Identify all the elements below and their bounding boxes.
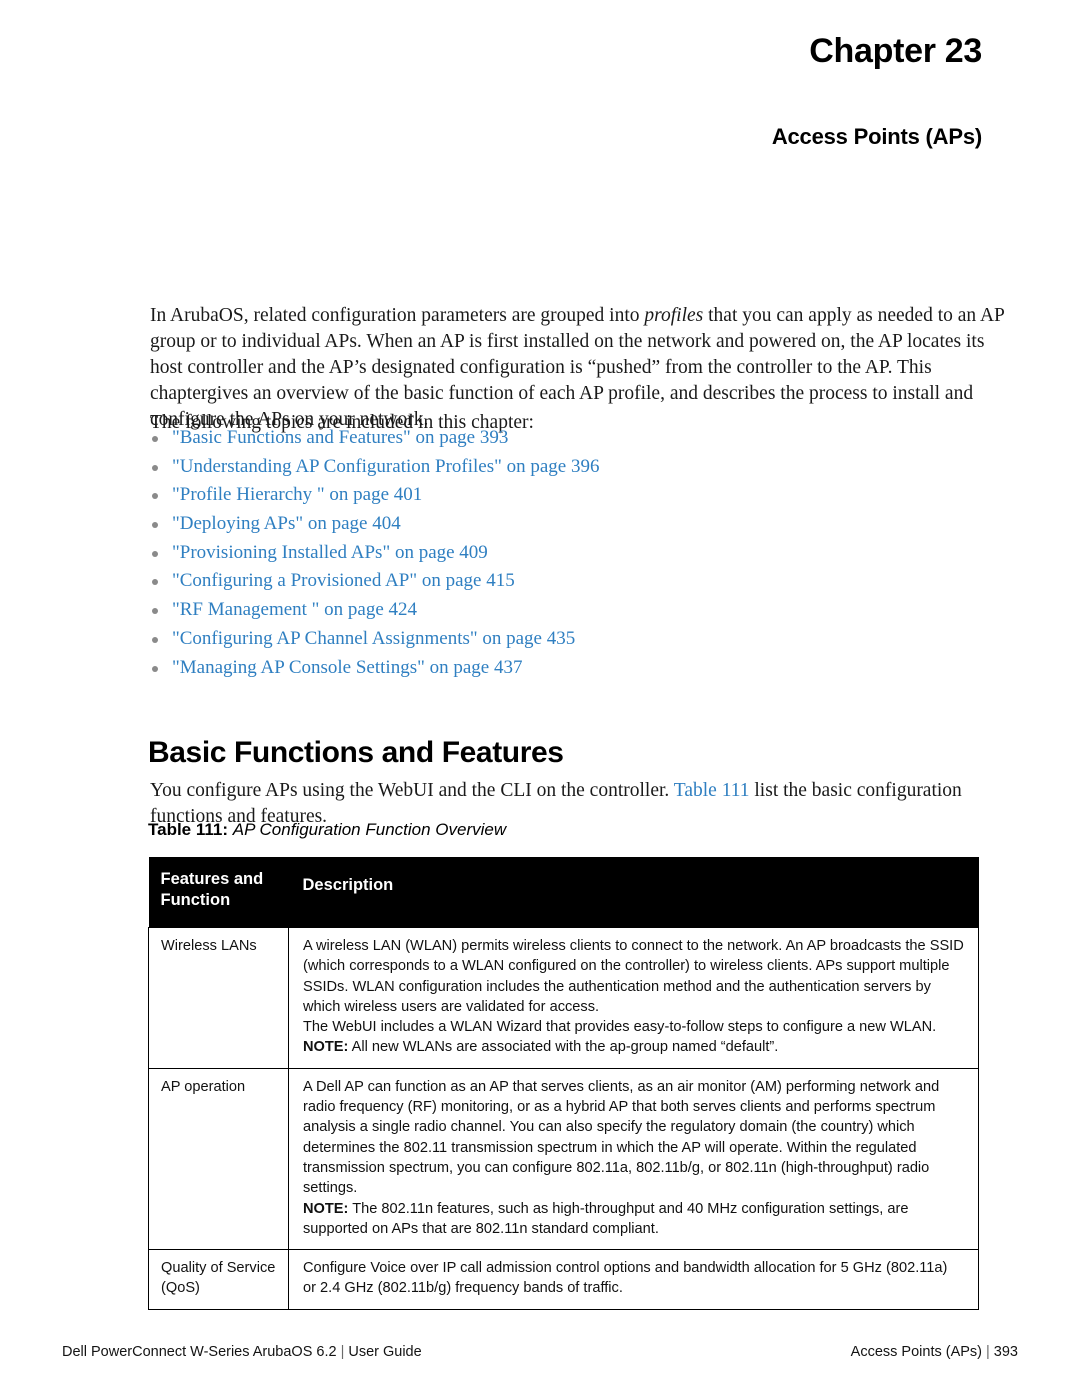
topic-link[interactable]: "Provisioning Installed APs" on page 409 bbox=[172, 542, 488, 563]
intro-text-part1: In ArubaOS, related configuration parame… bbox=[150, 304, 645, 326]
footer-doc-type: User Guide bbox=[348, 1344, 422, 1360]
topic-link[interactable]: "Profile Hierarchy " on page 401 bbox=[172, 484, 422, 505]
chapter-subtitle: Access Points (APs) bbox=[771, 124, 982, 149]
note-text: All new WLANs are associated with the ap… bbox=[348, 1039, 779, 1056]
topic-link[interactable]: "Managing AP Console Settings" on page 4… bbox=[172, 657, 522, 678]
bullet-icon bbox=[152, 665, 158, 672]
list-item: "Understanding AP Configuration Profiles… bbox=[150, 453, 930, 482]
table-header-row: Features and Function Description bbox=[148, 857, 979, 928]
footer-left: Dell PowerConnect W-Series ArubaOS 6.2 | U… bbox=[62, 1344, 422, 1360]
list-item: "Deploying APs" on page 404 bbox=[150, 510, 930, 539]
document-page: Chapter 23 Access Points (APs) In ArubaO… bbox=[0, 0, 1080, 1397]
description-paragraph: A wireless LAN (WLAN) permits wireless c… bbox=[303, 938, 964, 1015]
list-item: "RF Management " on page 424 bbox=[150, 596, 930, 625]
page-footer: Dell PowerConnect W-Series ArubaOS 6.2 | U… bbox=[62, 1344, 1018, 1360]
cell-description: A Dell AP can function as an AP that ser… bbox=[288, 1067, 979, 1251]
bullet-icon bbox=[152, 436, 158, 442]
intro-emphasis: profiles bbox=[644, 304, 704, 326]
table-row: AP operation A Dell AP can function as a… bbox=[148, 1067, 979, 1251]
topic-link[interactable]: "Basic Functions and Features" on page 3… bbox=[172, 427, 508, 448]
topic-link[interactable]: "Configuring a Provisioned AP" on page 4… bbox=[172, 570, 515, 591]
column-header-features: Features and Function bbox=[148, 857, 289, 928]
cell-description: A wireless LAN (WLAN) permits wireless c… bbox=[288, 927, 979, 1069]
cell-feature-name: Wireless LANs bbox=[148, 927, 289, 1069]
table-caption: Table 111: AP Configuration Function Ove… bbox=[148, 820, 506, 840]
note-text: The 802.11n features, such as high-throu… bbox=[303, 1200, 909, 1237]
footer-product: Dell PowerConnect W-Series ArubaOS 6.2 bbox=[62, 1344, 337, 1360]
ap-configuration-table: Features and Function Description Wirele… bbox=[148, 857, 979, 1310]
footer-separator: | bbox=[340, 1344, 345, 1360]
description-paragraph: The WebUI includes a WLAN Wizard that pr… bbox=[303, 1019, 937, 1036]
chapter-title: Chapter 23 bbox=[809, 32, 982, 70]
description-note: NOTE: The 802.11n features, such as high… bbox=[303, 1199, 964, 1240]
bullet-icon bbox=[152, 522, 158, 529]
table-row: Quality of Service (QoS) Configure Voice… bbox=[148, 1249, 979, 1310]
topic-link[interactable]: "Deploying APs" on page 404 bbox=[172, 513, 401, 534]
cell-description: Configure Voice over IP call admission c… bbox=[288, 1249, 979, 1310]
bullet-icon bbox=[152, 608, 158, 615]
topic-link[interactable]: "Understanding AP Configuration Profiles… bbox=[172, 456, 599, 477]
description-paragraph: Configure Voice over IP call admission c… bbox=[303, 1260, 948, 1297]
list-item: "Basic Functions and Features" on page 3… bbox=[150, 424, 930, 453]
list-item: "Profile Hierarchy " on page 401 bbox=[150, 481, 930, 510]
bullet-icon bbox=[152, 579, 158, 586]
note-label: NOTE: bbox=[303, 1039, 349, 1056]
list-item: "Configuring AP Channel Assignments" on … bbox=[150, 625, 930, 654]
section-text-part1: You configure APs using the WebUI and th… bbox=[150, 779, 674, 801]
bullet-icon bbox=[152, 636, 158, 643]
list-item: "Configuring a Provisioned AP" on page 4… bbox=[150, 567, 930, 596]
table-caption-text: AP Configuration Function Overview bbox=[232, 820, 507, 839]
cell-feature-name: Quality of Service (QoS) bbox=[148, 1249, 289, 1310]
bullet-icon bbox=[152, 464, 158, 471]
list-item: "Managing AP Console Settings" on page 4… bbox=[150, 654, 930, 683]
topic-list: "Basic Functions and Features" on page 3… bbox=[150, 424, 930, 682]
footer-separator: | bbox=[986, 1344, 990, 1360]
table-body: Wireless LANs A wireless LAN (WLAN) perm… bbox=[148, 927, 979, 1310]
topic-link[interactable]: "Configuring AP Channel Assignments" on … bbox=[172, 628, 575, 649]
description-note: NOTE: All new WLANs are associated with … bbox=[303, 1037, 964, 1057]
table-reference-link[interactable]: Table 111 bbox=[674, 780, 750, 801]
note-label: NOTE: bbox=[303, 1200, 349, 1217]
footer-section-name: Access Points (APs) bbox=[850, 1344, 983, 1360]
table-header: Features and Function Description bbox=[148, 857, 979, 928]
table-caption-label: Table 111: bbox=[148, 820, 229, 839]
bullet-icon bbox=[152, 550, 158, 557]
topic-link[interactable]: "RF Management " on page 424 bbox=[172, 599, 417, 620]
table-row: Wireless LANs A wireless LAN (WLAN) perm… bbox=[148, 927, 979, 1069]
list-item: "Provisioning Installed APs" on page 409 bbox=[150, 539, 930, 568]
bullet-icon bbox=[152, 493, 158, 500]
footer-right: Access Points (APs) | 393 bbox=[851, 1344, 1018, 1360]
section-heading: Basic Functions and Features bbox=[148, 735, 564, 769]
description-paragraph: A Dell AP can function as an AP that ser… bbox=[303, 1078, 940, 1197]
column-header-description: Description bbox=[288, 857, 979, 928]
footer-page-number: 393 bbox=[993, 1344, 1018, 1360]
cell-feature-name: AP operation bbox=[148, 1067, 289, 1251]
